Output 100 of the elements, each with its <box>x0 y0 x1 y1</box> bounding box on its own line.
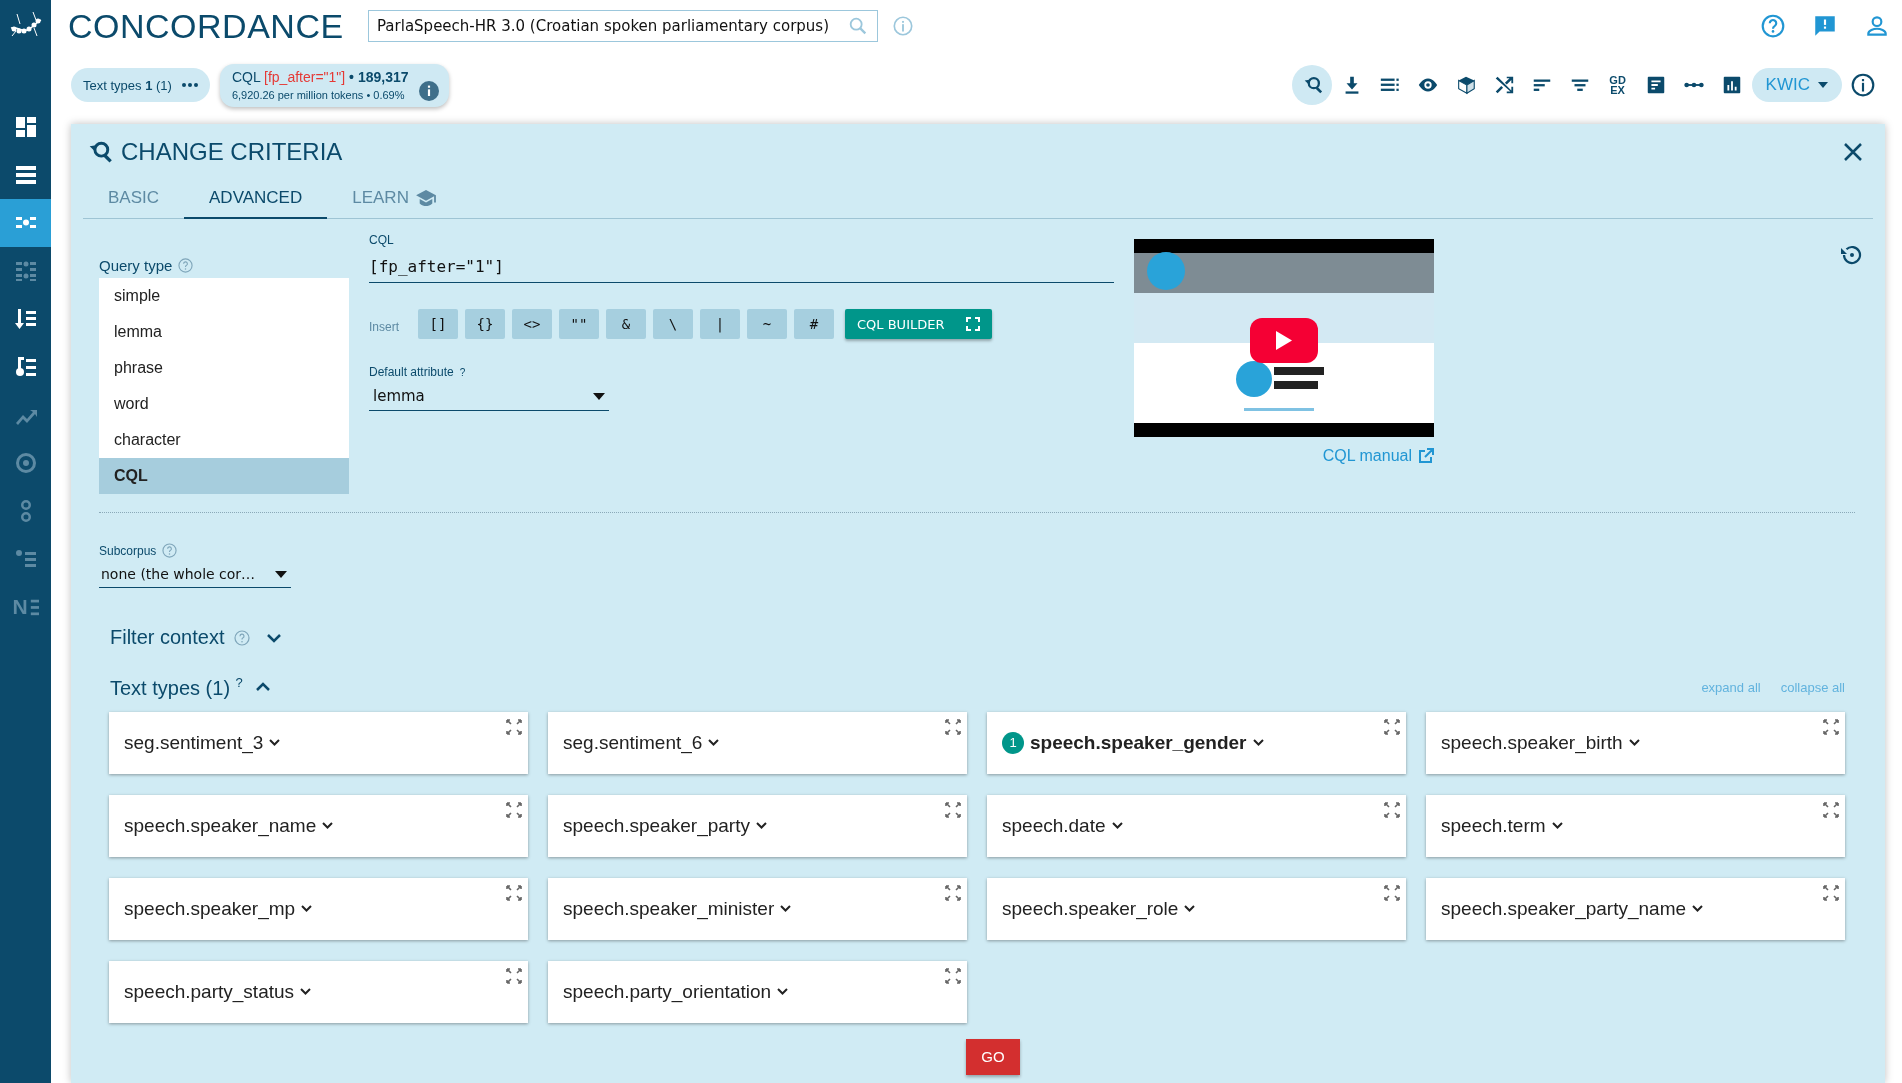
insert-label: Insert <box>369 319 399 334</box>
expand-icon[interactable] <box>505 966 523 985</box>
insert-button[interactable]: <> <box>512 309 552 339</box>
chevron-icon <box>1551 822 1563 830</box>
expand-icon[interactable] <box>1383 883 1401 902</box>
expand-icon[interactable] <box>944 800 962 819</box>
subcorpus-select[interactable]: none (the whole cor… <box>99 562 291 588</box>
expand-icon[interactable] <box>505 717 523 736</box>
query-frequency: 6,920.26 per million tokens • 0.69% <box>231 88 406 101</box>
expand-icon[interactable] <box>505 800 523 819</box>
insert-button[interactable]: | <box>700 309 740 339</box>
cql-field[interactable]: [fp_after="1"] <box>369 253 1114 283</box>
info-icon[interactable] <box>1850 72 1876 98</box>
caret-icon <box>275 570 287 578</box>
query-summary: CQL [fp_after="1"] • 189,317 <box>231 68 409 85</box>
text-type-card[interactable]: 1 speech.speaker_gender <box>987 711 1406 774</box>
expand-icon[interactable] <box>944 883 962 902</box>
text-type-name: speech.speaker_party <box>563 814 750 837</box>
text-type-card[interactable]: speech.speaker_minister <box>548 877 967 940</box>
text-types-toggle[interactable]: Text types (1) $^{?}$ <box>110 675 243 700</box>
caret-icon <box>1818 82 1828 88</box>
gdex-button[interactable]: GD EX <box>1599 67 1636 103</box>
text-type-card[interactable]: speech.speaker_role <box>987 877 1406 940</box>
user-icon[interactable] <box>1864 13 1890 39</box>
fullscreen-icon <box>966 317 981 331</box>
graduation-cap-icon <box>414 189 437 207</box>
query-type-option[interactable]: CQL <box>99 458 349 494</box>
subcorpus-label: Subcorpus <box>99 543 157 558</box>
insert-button[interactable]: {} <box>465 309 505 339</box>
query-chip[interactable]: CQL [fp_after="1"] • 189,317 6,920.26 per million tokens • 0.69% <box>219 63 449 107</box>
text-type-name: speech.speaker_name <box>124 814 317 837</box>
text-type-card[interactable]: speech.speaker_mp <box>109 877 528 940</box>
text-type-name: speech.speaker_gender <box>1030 731 1247 754</box>
chevron-up-icon[interactable] <box>254 682 271 693</box>
expand-icon[interactable] <box>1383 717 1401 736</box>
chevron-icon <box>322 822 334 830</box>
search-history-icon[interactable] <box>1291 65 1332 105</box>
insert-button[interactable]: \ <box>653 309 693 339</box>
chevron-icon <box>708 739 720 747</box>
text-type-name: seg.sentiment_6 <box>563 731 703 754</box>
chevron-icon <box>1628 739 1640 747</box>
text-type-card[interactable]: speech.speaker_party_name <box>1426 877 1845 940</box>
expand-icon[interactable] <box>1383 800 1401 819</box>
chevron-icon <box>1111 822 1123 830</box>
text-type-name: speech.term <box>1441 814 1546 837</box>
expand-icon[interactable] <box>505 883 523 902</box>
history-icon[interactable] <box>1839 243 1863 267</box>
filter-context-toggle[interactable]: Filter context <box>110 626 225 649</box>
insert-button[interactable]: "" <box>559 309 599 339</box>
external-link-icon <box>1418 448 1434 464</box>
text-type-card[interactable]: speech.speaker_party <box>548 794 967 857</box>
caret-icon <box>593 392 605 400</box>
text-type-name: speech.party_status <box>124 980 295 1003</box>
text-type-name: speech.date <box>1002 814 1106 837</box>
text-type-name: speech.speaker_birth <box>1441 731 1623 754</box>
text-type-card[interactable]: seg.sentiment_6 <box>548 711 967 774</box>
chevron-icon <box>755 822 767 830</box>
chevron-icon <box>301 905 313 913</box>
chevron-icon <box>1252 739 1264 747</box>
text-type-card[interactable]: speech.term <box>1426 794 1845 857</box>
go-button[interactable]: GO <box>966 1038 1020 1075</box>
text-type-card[interactable]: speech.party_status <box>109 960 528 1023</box>
chevron-icon <box>1184 905 1196 913</box>
chevron-icon <box>780 905 792 913</box>
text-type-name: speech.speaker_role <box>1002 897 1179 920</box>
count-badge: 1 <box>1002 731 1024 754</box>
text-type-card[interactable]: speech.party_orientation <box>548 960 967 1023</box>
more-icon[interactable] <box>181 83 198 87</box>
panel-title: CHANGE CRITERIA <box>121 138 343 166</box>
text-type-card[interactable]: speech.speaker_name <box>109 794 528 857</box>
query-type-label: Query type <box>99 257 173 274</box>
text-type-card[interactable]: speech.date <box>987 794 1406 857</box>
expand-icon[interactable] <box>944 966 962 985</box>
corpus-search-field[interactable]: ParlaSpeech-HR 3.0 (Croatian spoken parliamentary corpus) <box>368 10 878 42</box>
chevron-icon <box>269 739 281 747</box>
expand-icon[interactable] <box>1822 883 1840 902</box>
insert-button[interactable]: & <box>606 309 646 339</box>
cql-builder-button[interactable]: CQL BUILDER <box>845 309 993 339</box>
text-type-name: seg.sentiment_3 <box>124 731 264 754</box>
text-type-name: speech.party_orientation <box>563 980 772 1003</box>
chevron-icon <box>777 988 789 996</box>
help-icon[interactable] <box>1760 13 1786 39</box>
text-type-card[interactable]: speech.speaker_birth <box>1426 711 1845 774</box>
expand-icon[interactable] <box>1822 800 1840 819</box>
text-type-name: speech.speaker_party_name <box>1441 897 1687 920</box>
chevron-down-icon[interactable] <box>266 632 283 643</box>
cql-label: CQL <box>369 233 395 247</box>
text-types-chip[interactable]: Text types 1 (1) <box>71 68 210 102</box>
insert-button[interactable]: # <box>794 309 834 339</box>
page-title: CONCORDANCE <box>68 6 345 46</box>
default-attribute-select[interactable]: lemma <box>369 383 609 411</box>
info-icon[interactable] <box>418 80 439 101</box>
insert-button[interactable]: [] <box>418 309 458 339</box>
tab[interactable]: ADVANCED <box>184 180 328 219</box>
insert-button[interactable]: ~ <box>747 309 787 339</box>
chevron-icon <box>1692 905 1704 913</box>
text-type-card[interactable]: seg.sentiment_3 <box>109 711 528 774</box>
expand-icon[interactable] <box>1822 717 1840 736</box>
chevron-icon <box>300 988 312 996</box>
expand-icon[interactable] <box>944 717 962 736</box>
